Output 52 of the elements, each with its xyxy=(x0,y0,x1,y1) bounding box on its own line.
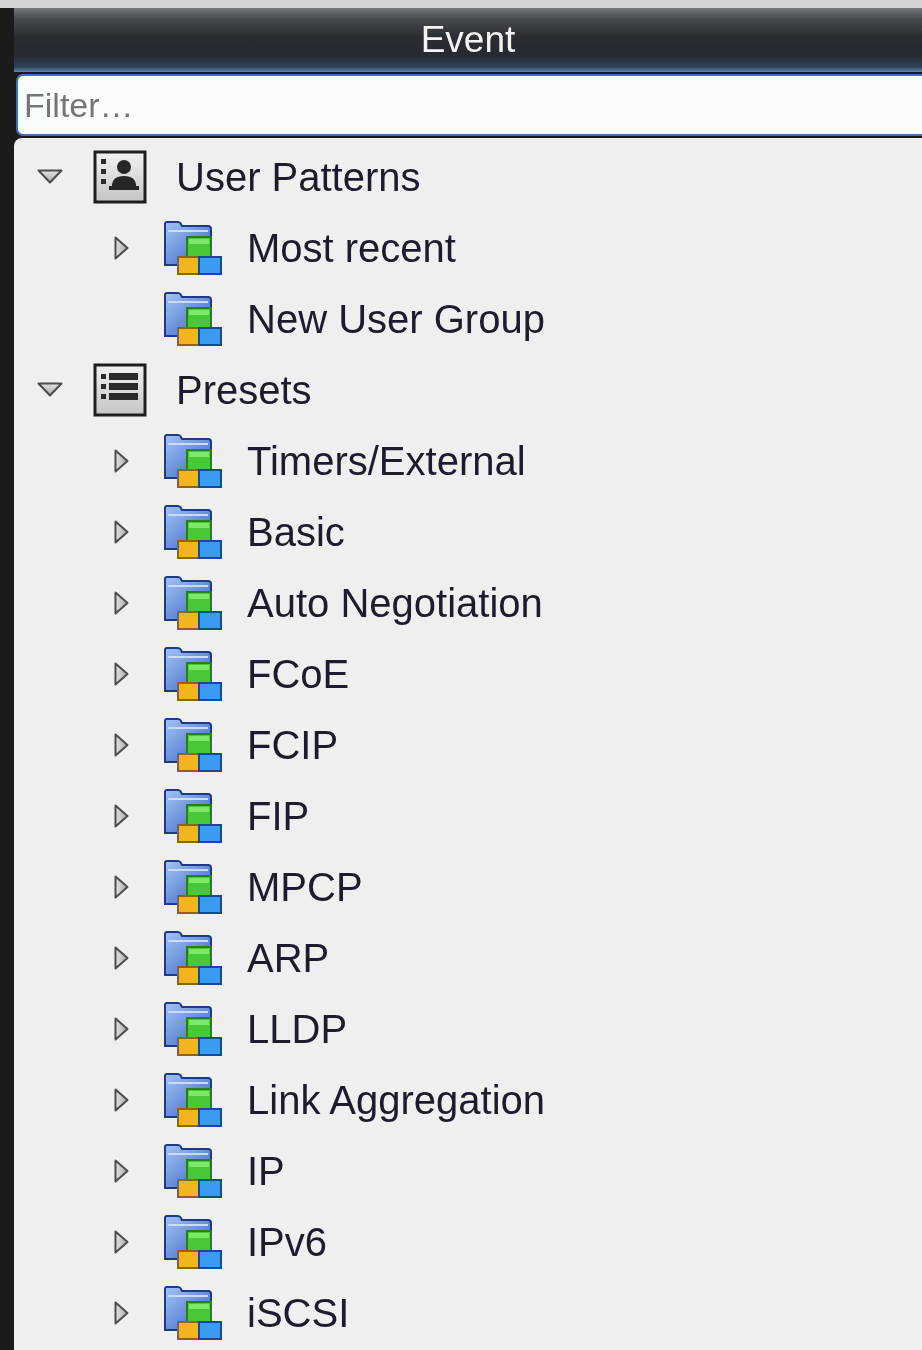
tree-item[interactable]: New User Group xyxy=(244,294,548,343)
folder-icon xyxy=(164,930,222,985)
folder-icon xyxy=(164,1001,222,1056)
panel-title: Event xyxy=(420,18,516,62)
filter-field[interactable]: Filter… xyxy=(16,74,922,136)
triangle-right-icon[interactable] xyxy=(113,448,129,473)
tree-item[interactable]: Most recent xyxy=(244,223,459,272)
triangle-right-icon[interactable] xyxy=(113,945,129,970)
triangle-right-icon[interactable] xyxy=(113,732,129,757)
folder-icon xyxy=(164,788,222,843)
folder-icon xyxy=(164,1285,222,1340)
folder-icon xyxy=(164,1072,222,1127)
triangle-right-icon[interactable] xyxy=(113,803,129,828)
triangle-right-icon[interactable] xyxy=(113,590,129,615)
triangle-down-icon[interactable] xyxy=(37,169,63,184)
list-icon xyxy=(93,362,147,417)
tree-item[interactable]: Link Aggregation xyxy=(244,1075,548,1124)
folder-icon xyxy=(164,1214,222,1269)
folder-icon xyxy=(164,291,222,346)
triangle-right-icon[interactable] xyxy=(113,1300,129,1325)
folder-icon xyxy=(164,575,222,630)
tree-item[interactable]: User Patterns xyxy=(173,152,424,201)
triangle-right-icon[interactable] xyxy=(113,235,129,260)
tree-item[interactable]: LLDP xyxy=(244,1004,351,1053)
tree-item[interactable]: ARP xyxy=(244,933,333,982)
folder-icon xyxy=(164,433,222,488)
triangle-right-icon[interactable] xyxy=(113,661,129,686)
tree-item[interactable]: MPCP xyxy=(244,862,366,911)
tree-item[interactable]: IP xyxy=(244,1146,288,1195)
triangle-right-icon[interactable] xyxy=(113,1229,129,1254)
triangle-right-icon[interactable] xyxy=(113,1016,129,1041)
tree-item[interactable]: Presets xyxy=(173,365,315,414)
tree-item[interactable]: FCoE xyxy=(244,649,353,698)
triangle-right-icon[interactable] xyxy=(113,1087,129,1112)
tree-item[interactable]: FCIP xyxy=(244,720,342,769)
triangle-down-icon[interactable] xyxy=(37,382,63,397)
folder-icon xyxy=(164,859,222,914)
folder-icon xyxy=(164,646,222,701)
folder-icon xyxy=(164,504,222,559)
tree-item[interactable]: Basic xyxy=(244,507,348,556)
tree-item[interactable]: Timers/External xyxy=(244,436,529,485)
tree-item[interactable]: iSCSI xyxy=(244,1288,353,1337)
triangle-right-icon[interactable] xyxy=(113,519,129,544)
person-list-icon xyxy=(93,149,147,204)
tree-item[interactable]: FIP xyxy=(244,791,313,840)
tree-item[interactable]: Auto Negotiation xyxy=(244,578,546,627)
folder-icon xyxy=(164,1143,222,1198)
triangle-right-icon[interactable] xyxy=(113,1158,129,1183)
triangle-right-icon[interactable] xyxy=(113,874,129,899)
tree-item[interactable]: IPv6 xyxy=(244,1217,331,1266)
folder-icon xyxy=(164,220,222,275)
folder-icon xyxy=(164,717,222,772)
